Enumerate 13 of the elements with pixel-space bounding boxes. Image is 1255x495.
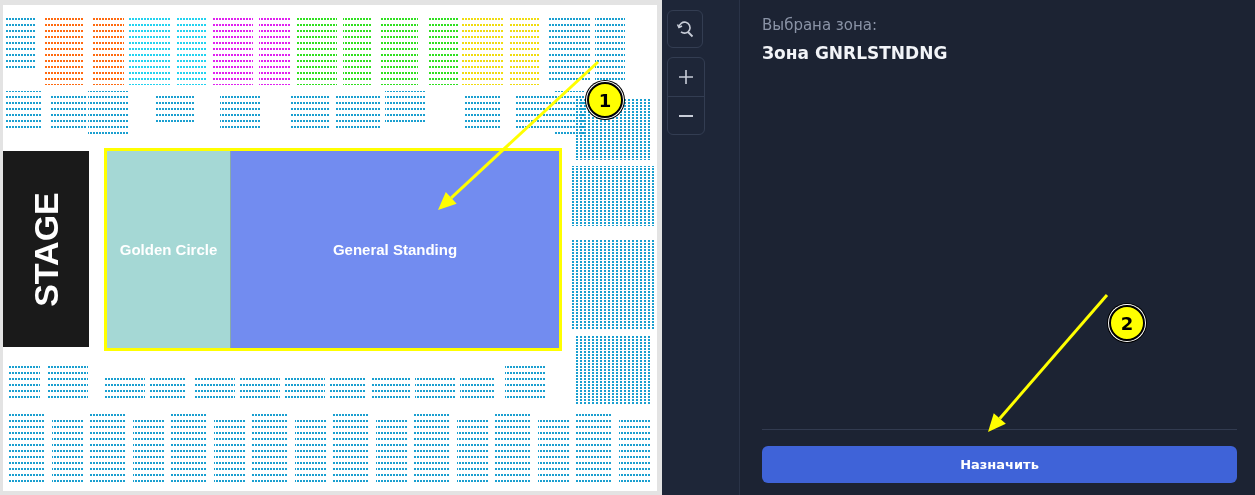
selected-zone-name: Зона GNRLSTNDNG xyxy=(762,43,949,63)
reset-zoom-button[interactable] xyxy=(667,10,703,48)
zone-area[interactable]: General Standing xyxy=(231,151,559,348)
step-badge: 1 xyxy=(587,82,623,118)
assign-button[interactable]: Назначить xyxy=(762,446,1237,483)
minus-icon xyxy=(679,114,693,117)
step-badge: 2 xyxy=(1109,305,1145,341)
seat-section[interactable] xyxy=(5,91,585,137)
reset-zoom-icon xyxy=(676,20,694,38)
selected-zone-caption: Выбрана зона: xyxy=(762,16,879,34)
zone-area[interactable]: Golden Circle xyxy=(107,151,231,348)
stage-label: STAGE xyxy=(26,191,66,307)
plus-icon xyxy=(679,70,693,84)
